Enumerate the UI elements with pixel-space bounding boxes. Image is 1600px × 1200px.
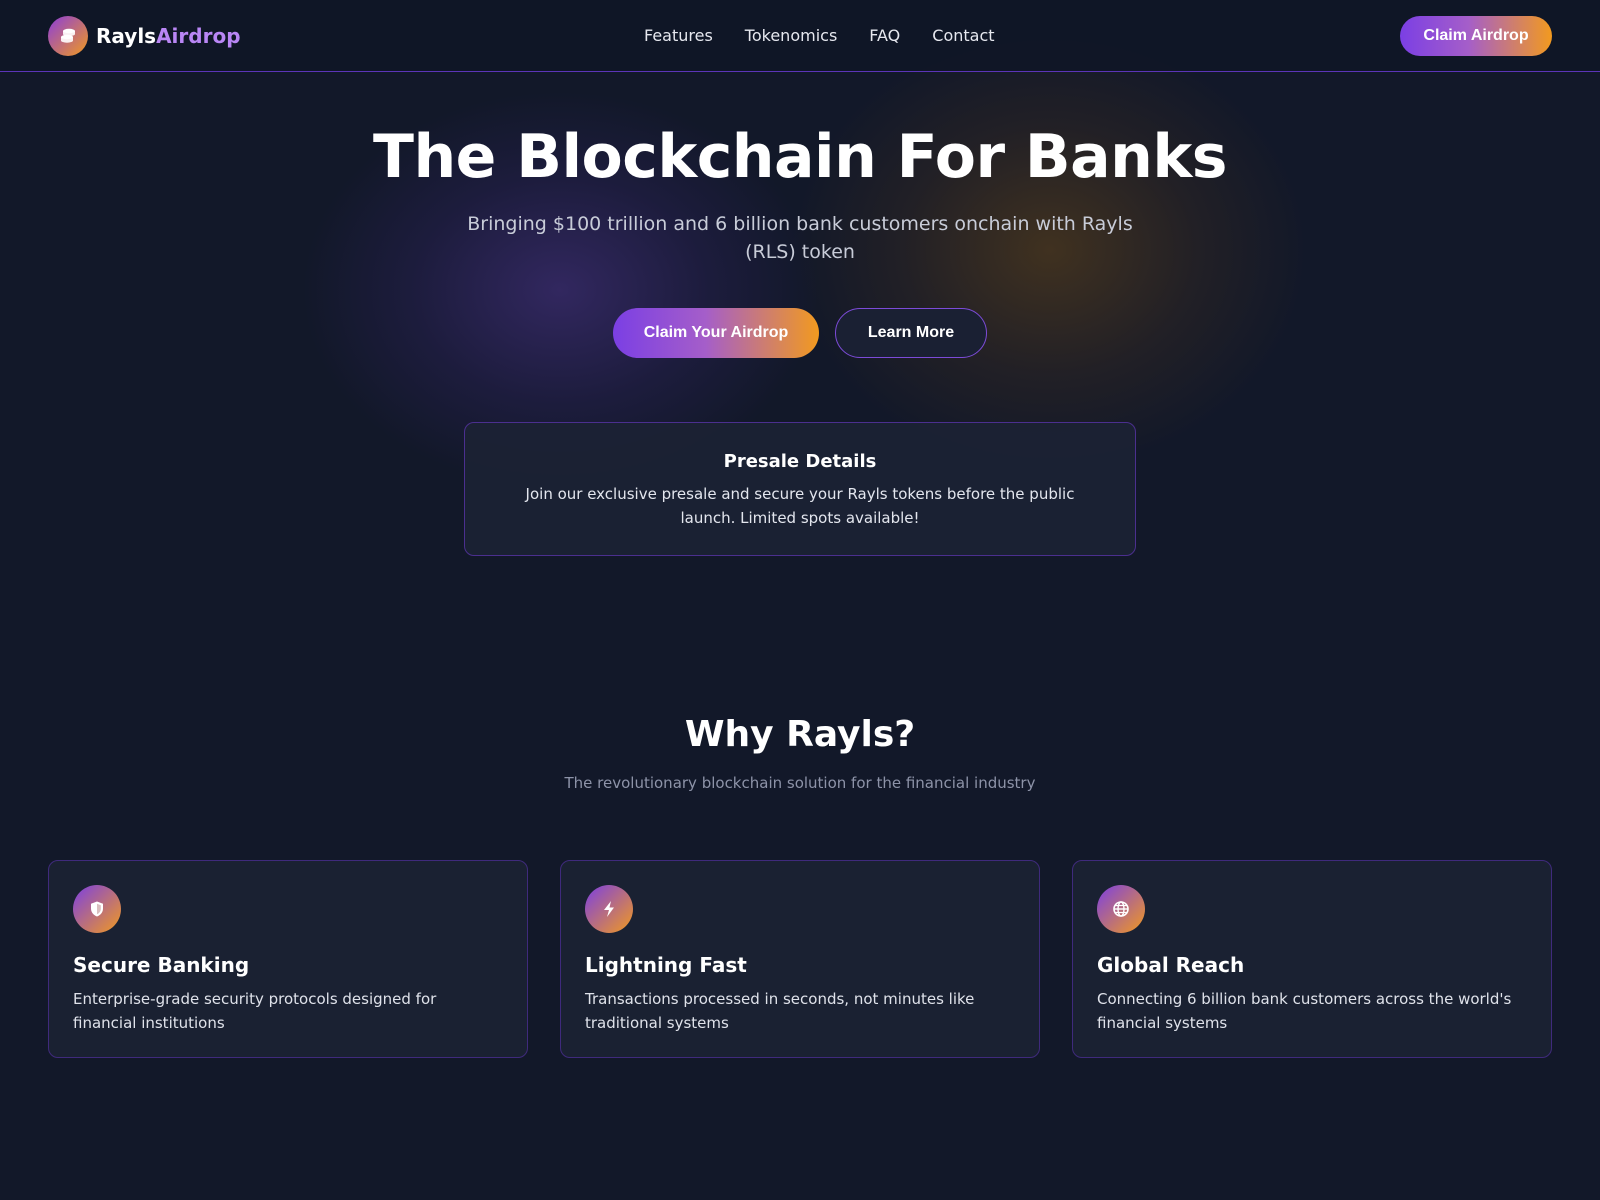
- feature-card-text: Connecting 6 billion bank customers acro…: [1097, 990, 1512, 1032]
- nav-link-features[interactable]: Features: [644, 26, 713, 45]
- nav-link-faq[interactable]: FAQ: [869, 26, 900, 45]
- feature-card-text: Transactions processed in seconds, not m…: [585, 990, 975, 1032]
- feature-card-global-reach: Global Reach Connecting 6 billion bank c…: [1072, 860, 1552, 1058]
- feature-card-title: Global Reach: [1097, 953, 1245, 977]
- learn-more-button[interactable]: Learn More: [835, 308, 987, 358]
- coins-icon: [48, 16, 88, 56]
- feature-card-lightning-fast: Lightning Fast Transactions processed in…: [560, 860, 1040, 1058]
- hero-title: The Blockchain For Banks: [373, 122, 1227, 192]
- nav-link-tokenomics[interactable]: Tokenomics: [745, 26, 837, 45]
- hero-buttons: Claim Your Airdrop Learn More: [613, 308, 987, 358]
- nav-link-contact[interactable]: Contact: [932, 26, 994, 45]
- presale-title: Presale Details: [723, 451, 877, 472]
- shield-icon: [73, 885, 121, 933]
- logo[interactable]: RaylsAirdrop: [48, 16, 241, 56]
- globe-icon: [1097, 885, 1145, 933]
- claim-your-airdrop-button[interactable]: Claim Your Airdrop: [613, 308, 819, 358]
- top-navbar: RaylsAirdrop Features Tokenomics FAQ Con…: [0, 0, 1600, 72]
- feature-card-title: Lightning Fast: [585, 953, 747, 977]
- feature-card-secure-banking: Secure Banking Enterprise-grade security…: [48, 860, 528, 1058]
- hero-subtitle: Bringing $100 trillion and 6 billion ban…: [467, 213, 1133, 263]
- lightning-icon: [585, 885, 633, 933]
- feature-card-title: Secure Banking: [73, 953, 250, 977]
- why-subtitle: The revolutionary blockchain solution fo…: [564, 774, 1036, 792]
- nav-links: Features Tokenomics FAQ Contact: [644, 26, 1027, 45]
- feature-card-text: Enterprise-grade security protocols desi…: [73, 990, 437, 1032]
- logo-text: RaylsAirdrop: [96, 24, 241, 48]
- why-title: Why Rayls?: [684, 714, 916, 755]
- presale-text: Join our exclusive presale and secure yo…: [525, 485, 1075, 527]
- logo-text-main: Rayls: [96, 24, 157, 48]
- presale-card: Presale Details Join our exclusive presa…: [464, 422, 1136, 556]
- logo-text-accent: Airdrop: [156, 24, 241, 48]
- page: RaylsAirdrop Features Tokenomics FAQ Con…: [0, 0, 1600, 1200]
- claim-airdrop-button[interactable]: Claim Airdrop: [1400, 16, 1552, 56]
